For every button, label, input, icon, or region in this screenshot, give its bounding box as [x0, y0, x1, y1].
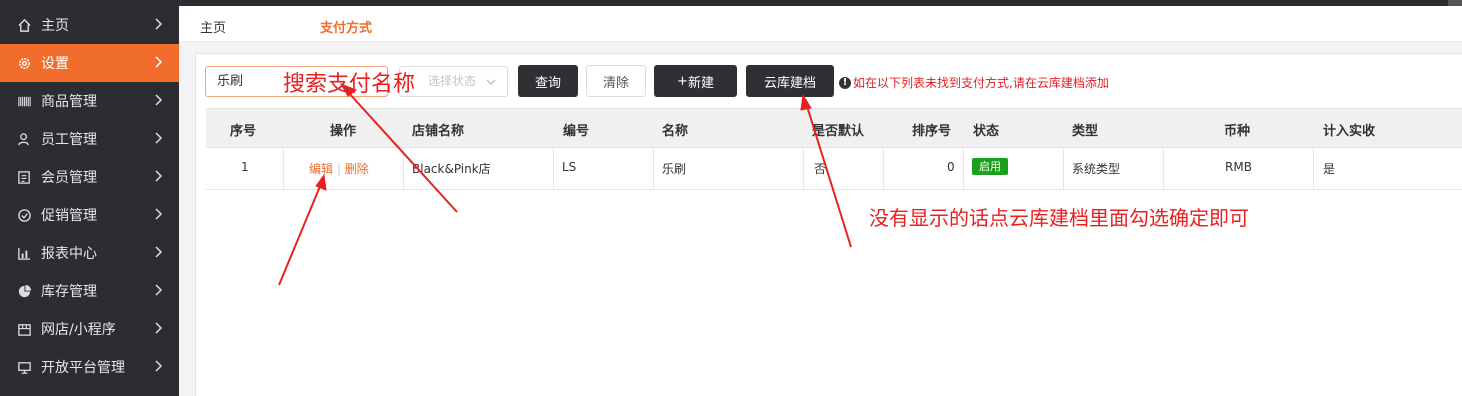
tab-payment-methods[interactable]: 支付方式	[320, 17, 372, 36]
chevron-right-icon	[155, 284, 163, 296]
chevron-down-icon	[486, 79, 496, 85]
cell-divider	[1313, 148, 1314, 190]
table-header: 序号 操作 店铺名称 编号 名称 是否默认 排序号 状态 类型 币种 计入实收	[206, 108, 1462, 148]
sidebar-item-label: 设置	[41, 56, 69, 72]
sidebar: 主页 设置 商品管理 员工管理 会员管理 促销管理 报表中心 库存管理 网店/小	[0, 0, 179, 396]
chevron-right-icon	[155, 94, 163, 106]
monitor-icon	[16, 359, 32, 375]
cell-divider	[403, 148, 404, 190]
chevron-right-icon	[155, 170, 163, 182]
cell-sort: 0	[947, 160, 955, 174]
sidebar-item-reports[interactable]: 报表中心	[0, 234, 179, 272]
check-circle-icon	[16, 207, 32, 223]
table-row: 1 编辑 | 删除 Black&Pink店 LS 乐刷 否 0 启用 系统类型 …	[206, 148, 1462, 190]
query-button[interactable]: 查询	[518, 65, 578, 97]
annotation-search-note: 搜索支付名称	[283, 72, 416, 97]
plus-icon: +	[677, 73, 688, 89]
cell-divider	[963, 148, 964, 190]
action-separator: |	[336, 162, 345, 176]
chevron-right-icon	[155, 208, 163, 220]
cell-divider	[653, 148, 654, 190]
pie-chart-icon	[16, 283, 32, 299]
sidebar-item-home[interactable]: 主页	[0, 6, 179, 44]
cloud-tip-text: 如在以下列表未找到支付方式,请在云库建档添加	[853, 76, 1109, 90]
cell-divider	[883, 148, 884, 190]
col-status: 状态	[973, 124, 1000, 139]
exclamation-icon: !	[839, 76, 851, 89]
tab-bar: 主页 支付方式	[179, 6, 1462, 42]
barcode-icon	[16, 93, 32, 109]
new-button[interactable]: + 新建	[654, 65, 737, 97]
sidebar-item-label: 报表中心	[41, 246, 97, 262]
chevron-right-icon	[155, 18, 163, 30]
user-icon	[16, 131, 32, 147]
cell-index: 1	[241, 160, 249, 174]
cell-divider	[1063, 148, 1064, 190]
main-area: 主页 支付方式	[179, 0, 1462, 396]
sidebar-item-label: 开放平台管理	[41, 360, 125, 376]
home-icon	[16, 17, 32, 33]
store-icon	[16, 321, 32, 337]
sidebar-item-label: 网店/小程序	[41, 322, 116, 338]
cell-divider	[553, 148, 554, 190]
sidebar-item-label: 主页	[41, 18, 69, 34]
cell-store: Black&Pink店	[412, 162, 491, 176]
cell-actions: 编辑 | 删除	[309, 160, 369, 177]
id-card-icon	[16, 169, 32, 185]
col-counted: 计入实收	[1323, 124, 1376, 139]
col-currency: 币种	[1224, 124, 1251, 139]
status-badge-label: 启用	[972, 158, 1008, 175]
chevron-right-icon	[155, 322, 163, 334]
col-actions: 操作	[330, 124, 357, 139]
col-name: 名称	[662, 124, 689, 139]
edit-link[interactable]: 编辑	[309, 162, 333, 176]
sidebar-item-members[interactable]: 会员管理	[0, 158, 179, 196]
cell-divider	[283, 148, 284, 190]
sidebar-item-label: 库存管理	[41, 284, 97, 300]
cloud-archive-button[interactable]: 云库建档	[746, 65, 834, 97]
bar-chart-icon	[16, 245, 32, 261]
status-select[interactable]: 选择状态	[399, 66, 508, 97]
chevron-right-icon	[155, 56, 163, 68]
cell-divider	[803, 148, 804, 190]
sidebar-item-label: 会员管理	[41, 170, 97, 186]
clear-button[interactable]: 清除	[586, 65, 646, 97]
col-store: 店铺名称	[412, 124, 465, 139]
gear-icon	[16, 55, 32, 71]
sidebar-item-label: 员工管理	[41, 132, 97, 148]
sidebar-item-open-platform[interactable]: 开放平台管理	[0, 348, 179, 386]
cell-name: 乐刷	[662, 162, 687, 176]
cloud-tip: ! 如在以下列表未找到支付方式,请在云库建档添加	[839, 74, 1109, 91]
status-badge: 启用	[972, 158, 1008, 175]
cell-code: LS	[562, 160, 577, 174]
sidebar-item-staff[interactable]: 员工管理	[0, 120, 179, 158]
col-index: 序号	[230, 124, 257, 139]
cell-currency: RMB	[1225, 160, 1252, 174]
sidebar-item-inventory[interactable]: 库存管理	[0, 272, 179, 310]
cell-default: 否	[814, 162, 827, 176]
status-select-placeholder: 选择状态	[428, 74, 477, 88]
cell-counted: 是	[1323, 162, 1336, 176]
chevron-right-icon	[155, 246, 163, 258]
col-sort: 排序号	[912, 124, 952, 139]
sidebar-item-online-store[interactable]: 网店/小程序	[0, 310, 179, 348]
col-type: 类型	[1072, 124, 1099, 139]
annotation-cloud-note: 没有显示的话点云库建档里面勾选确定即可	[869, 206, 1249, 230]
chevron-right-icon	[155, 360, 163, 372]
cell-divider	[1163, 148, 1164, 190]
cell-type: 系统类型	[1072, 162, 1121, 176]
sidebar-item-products[interactable]: 商品管理	[0, 82, 179, 120]
col-code: 编号	[563, 124, 590, 139]
col-default: 是否默认	[812, 124, 865, 139]
tab-home[interactable]: 主页	[200, 17, 226, 36]
sidebar-item-label: 商品管理	[41, 94, 97, 110]
delete-link[interactable]: 删除	[345, 162, 369, 176]
sidebar-item-label: 促销管理	[41, 208, 97, 224]
sidebar-item-promotions[interactable]: 促销管理	[0, 196, 179, 234]
content-panel	[195, 53, 1462, 396]
chevron-right-icon	[155, 132, 163, 144]
sidebar-item-settings[interactable]: 设置	[0, 44, 179, 82]
new-button-label: 新建	[687, 75, 714, 91]
